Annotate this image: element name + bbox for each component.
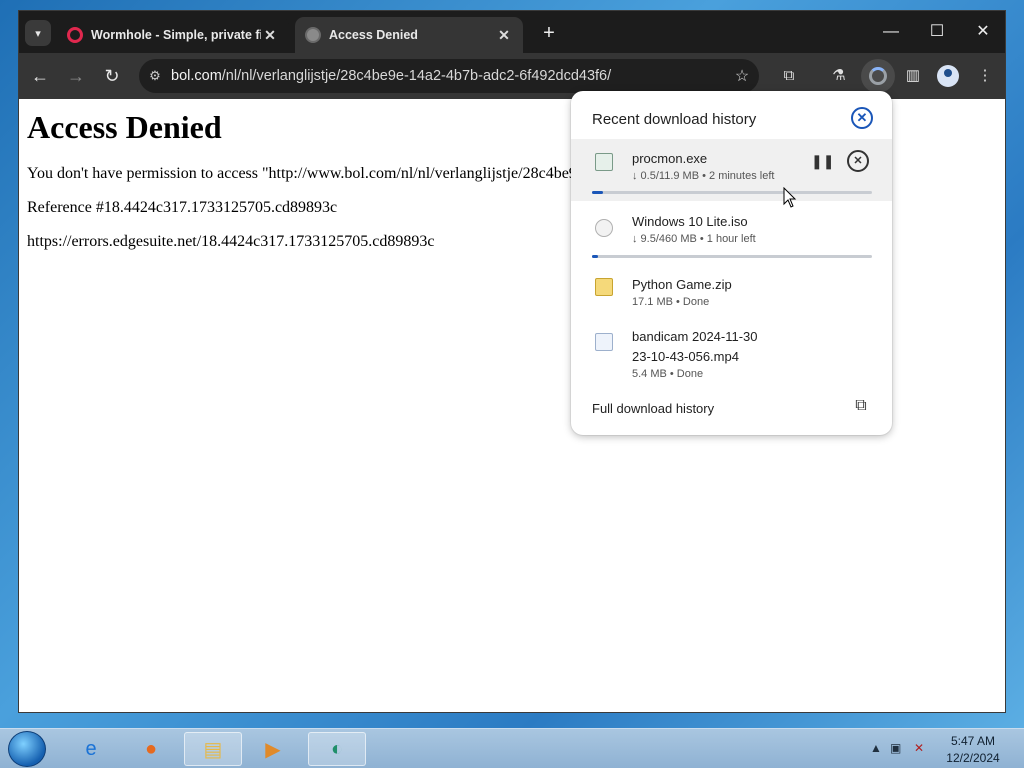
download-status: 5.4 MB • Done bbox=[632, 368, 704, 380]
bookmark-star-icon[interactable]: ☆ bbox=[725, 66, 759, 86]
tab-strip: ▾ Wormhole - Simple, private fil ✕ Acces… bbox=[19, 11, 1005, 53]
download-history-bubble: Recent download history ✕ procmon.exe ↓ … bbox=[571, 91, 892, 435]
media-player-icon[interactable]: ▶ bbox=[244, 732, 302, 766]
clock-time[interactable]: 5:47 AM bbox=[938, 734, 1008, 748]
download-status: ↓ 9.5/460 MB • 1 hour left bbox=[632, 233, 756, 245]
forward-button[interactable]: → bbox=[63, 63, 89, 89]
download-item-python-zip[interactable]: Python Game.zip 17.1 MB • Done bbox=[571, 267, 892, 315]
window-close-button[interactable]: ✕ bbox=[963, 19, 1003, 45]
wormhole-icon bbox=[67, 27, 83, 43]
globe-icon bbox=[305, 27, 321, 43]
download-progress-bar bbox=[592, 255, 872, 258]
download-progress-icon bbox=[869, 67, 887, 85]
tab-access-denied[interactable]: Access Denied ✕ bbox=[295, 17, 523, 53]
download-progress-fill bbox=[592, 255, 598, 258]
url-path: /nl/nl/verlanglijstje/28c4be9e-14a2-4b7b… bbox=[221, 68, 612, 84]
start-button[interactable] bbox=[8, 731, 46, 767]
profile-avatar[interactable] bbox=[937, 65, 959, 87]
download-bubble-title: Recent download history bbox=[592, 111, 757, 128]
page-title: Access Denied bbox=[27, 109, 222, 145]
new-tab-button[interactable]: + bbox=[537, 22, 561, 45]
tab-search-button[interactable]: ▾ bbox=[25, 20, 51, 46]
tab-wormhole[interactable]: Wormhole - Simple, private fil ✕ bbox=[57, 17, 289, 53]
download-name-line1: bandicam 2024-11-30 bbox=[632, 329, 758, 344]
download-name: Windows 10 Lite.iso bbox=[632, 214, 748, 229]
tab-title: Access Denied bbox=[329, 28, 418, 42]
site-info-icon[interactable]: ⚙ bbox=[139, 68, 171, 84]
pause-icon[interactable]: ❚❚ bbox=[811, 150, 834, 172]
edge-icon[interactable]: ◐ bbox=[308, 732, 366, 766]
iso-file-icon bbox=[595, 219, 613, 237]
downloads-button[interactable] bbox=[861, 59, 895, 93]
show-hidden-icons[interactable]: ▲ bbox=[870, 741, 882, 755]
reference-line: Reference #18.4424c317.1733125705.cd8989… bbox=[27, 199, 338, 216]
close-bubble-icon[interactable]: ✕ bbox=[851, 107, 873, 129]
full-download-history-link[interactable]: Full download history bbox=[592, 401, 714, 416]
url-host: bol.com bbox=[171, 68, 222, 84]
download-status: 17.1 MB • Done bbox=[632, 296, 710, 308]
back-button[interactable]: ← bbox=[27, 63, 53, 89]
permission-message: You don't have permission to access "htt… bbox=[27, 165, 577, 182]
download-progress-bar bbox=[592, 191, 872, 194]
maximize-button[interactable]: ☐ bbox=[917, 19, 957, 45]
url-text[interactable]: bol.com/nl/nl/verlanglijstje/28c4be9e-14… bbox=[171, 68, 725, 84]
menu-icon[interactable]: ⋮ bbox=[971, 63, 999, 89]
download-status: ↓ 0.5/11.9 MB • 2 minutes left bbox=[632, 170, 775, 182]
volume-muted-icon[interactable]: ✕ bbox=[914, 741, 924, 755]
error-url: https://errors.edgesuite.net/18.4424c317… bbox=[27, 233, 435, 250]
clock-date[interactable]: 12/2/2024 bbox=[938, 751, 1008, 765]
zip-file-icon bbox=[595, 278, 613, 296]
labs-flask-icon[interactable]: ⚗ bbox=[825, 63, 853, 89]
download-name: procmon.exe bbox=[632, 151, 708, 166]
reload-button[interactable]: ↻ bbox=[99, 63, 125, 89]
download-name-line2: 23-10-43-056.mp4 bbox=[632, 349, 739, 364]
download-progress-fill bbox=[592, 191, 604, 194]
close-icon[interactable]: ✕ bbox=[261, 27, 279, 44]
exe-file-icon bbox=[595, 153, 613, 171]
video-file-icon bbox=[595, 333, 613, 351]
side-panel-icon[interactable]: ▥ bbox=[899, 63, 927, 89]
extensions-icon[interactable]: ⧉ bbox=[775, 63, 803, 89]
download-name: Python Game.zip bbox=[632, 277, 732, 292]
open-external-icon[interactable]: ⧉ bbox=[851, 397, 871, 417]
file-explorer-icon[interactable]: ▤ bbox=[184, 732, 242, 766]
download-item-procmon[interactable]: procmon.exe ↓ 0.5/11.9 MB • 2 minutes le… bbox=[571, 139, 892, 201]
download-item-bandicam-mp4[interactable]: bandicam 2024-11-30 23-10-43-056.mp4 5.4… bbox=[571, 321, 892, 385]
mouse-cursor-icon bbox=[783, 187, 797, 208]
tab-title: Wormhole - Simple, private fil bbox=[91, 28, 261, 42]
minimize-button[interactable]: — bbox=[871, 19, 911, 45]
download-item-windows-iso[interactable]: Windows 10 Lite.iso ↓ 9.5/460 MB • 1 hou… bbox=[571, 201, 892, 263]
taskbar: e ● ▤ ▶ ◐ ▲ ▣ ✕ 5:47 AM 12/2/2024 bbox=[0, 728, 1024, 768]
internet-explorer-icon[interactable]: e bbox=[62, 732, 120, 766]
firefox-icon[interactable]: ● bbox=[122, 732, 180, 766]
cancel-download-icon[interactable]: ✕ bbox=[847, 150, 869, 172]
close-icon[interactable]: ✕ bbox=[495, 27, 513, 44]
address-bar[interactable]: ⚙ bol.com/nl/nl/verlanglijstje/28c4be9e-… bbox=[139, 59, 759, 93]
network-icon[interactable]: ▣ bbox=[890, 741, 901, 755]
